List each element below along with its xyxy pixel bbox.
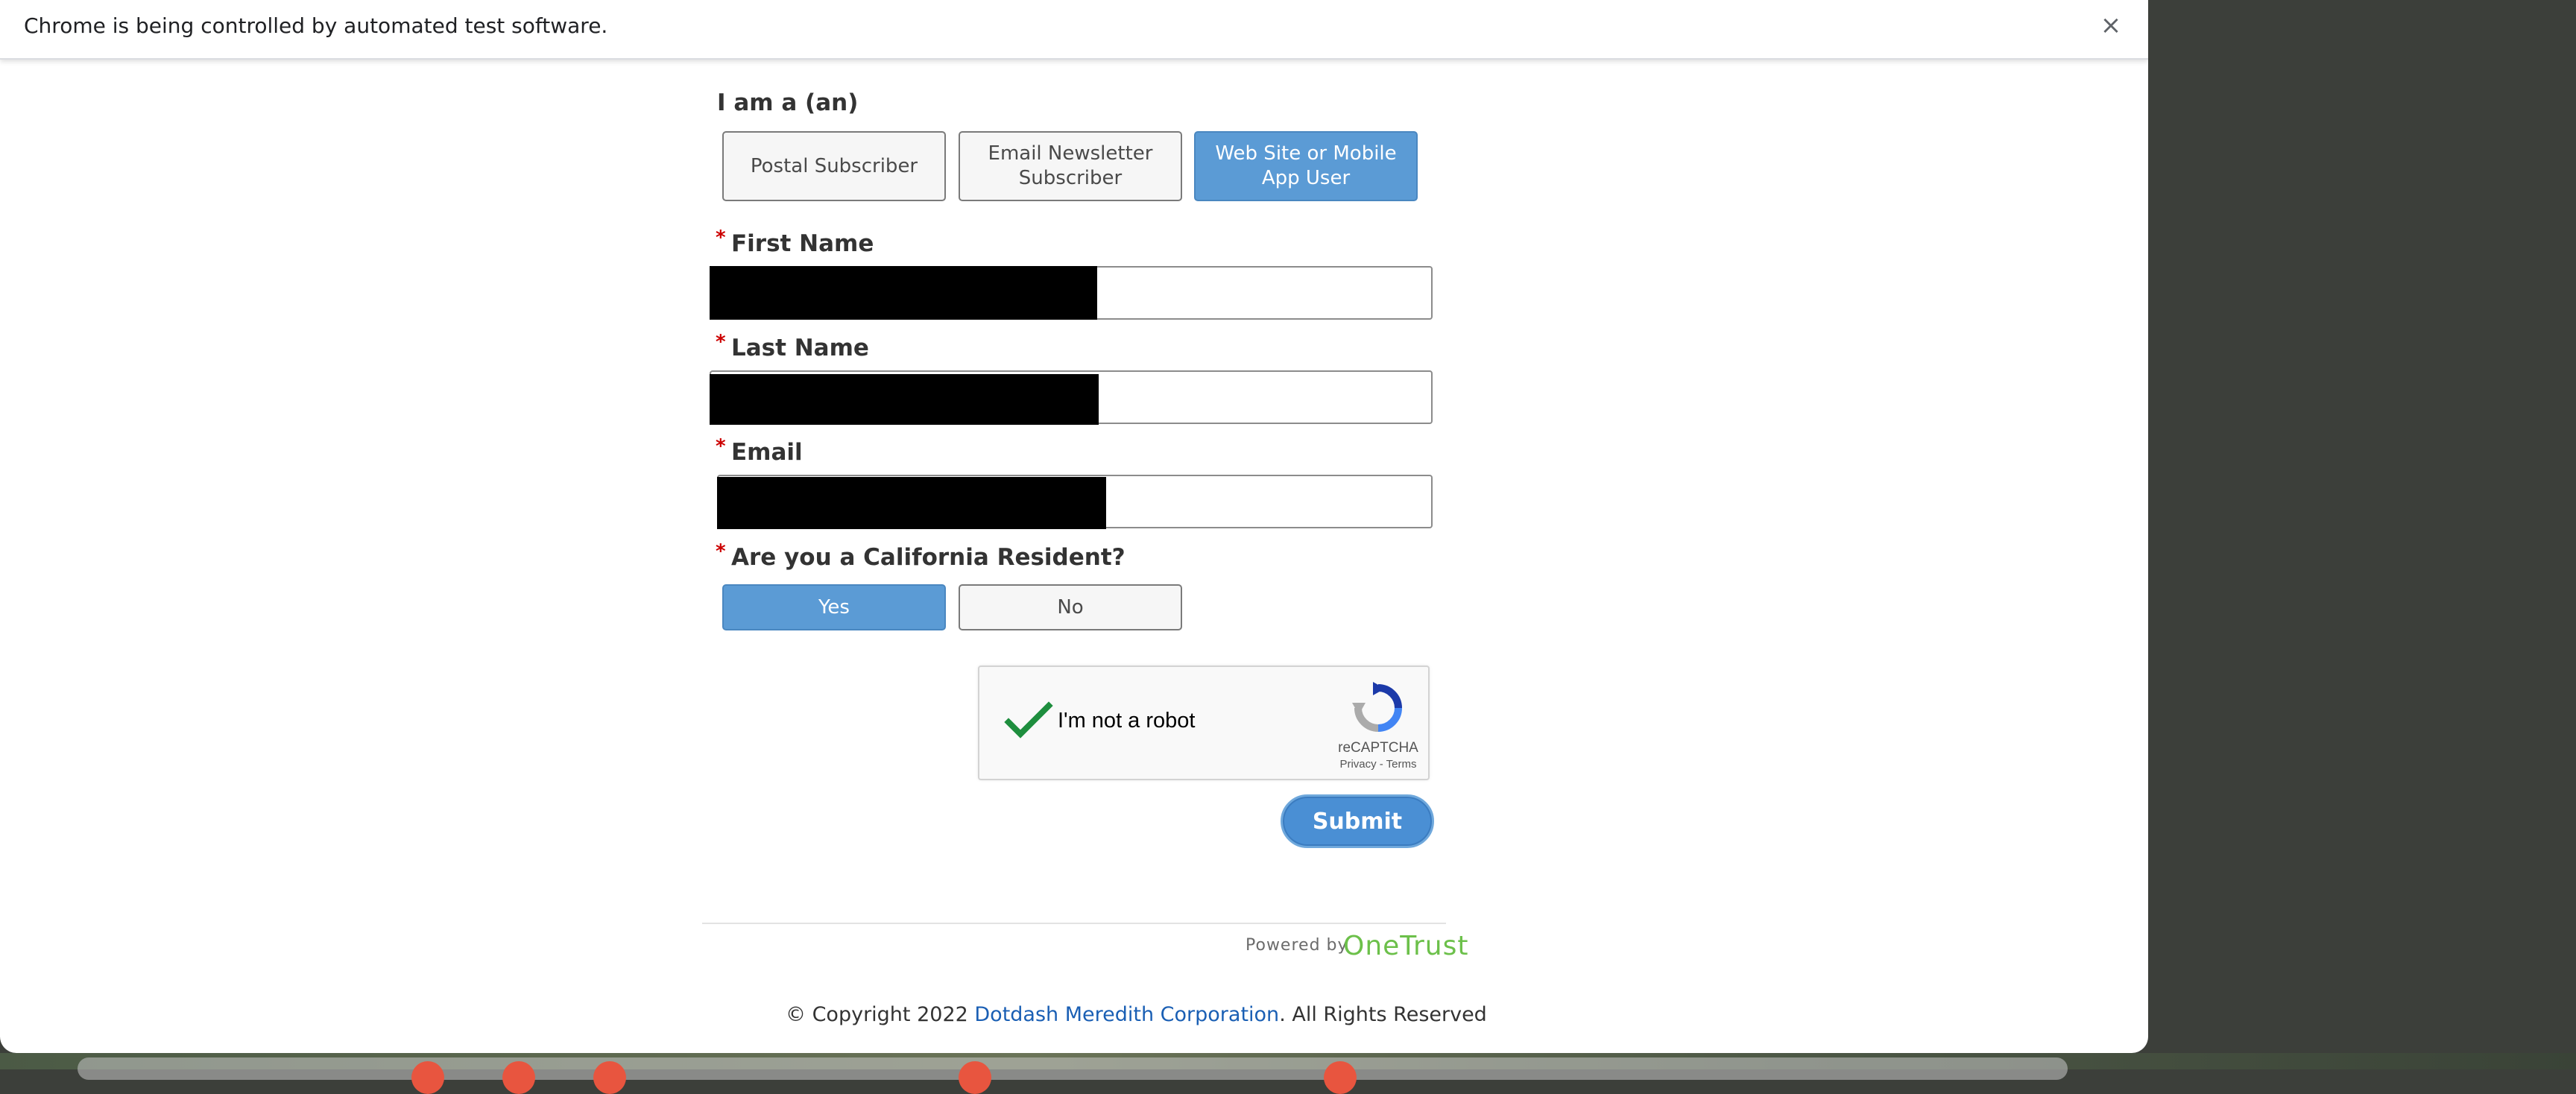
recaptcha-brand: reCAPTCHA bbox=[1338, 740, 1418, 756]
recaptcha-logo-icon bbox=[1352, 682, 1402, 732]
redacted-value bbox=[717, 477, 1106, 529]
divider bbox=[702, 923, 1446, 924]
recaptcha-privacy-terms[interactable]: Privacy - Terms bbox=[1322, 758, 1434, 771]
subscriber-type-label: I am a (an) bbox=[717, 89, 859, 116]
required-marker: * bbox=[716, 540, 726, 563]
first-name-label: First Name bbox=[731, 230, 874, 257]
required-marker: * bbox=[716, 227, 726, 249]
copyright-suffix: . All Rights Reserved bbox=[1279, 1003, 1487, 1026]
dock-app-icon[interactable] bbox=[411, 1061, 444, 1094]
california-yes-button[interactable]: Yes bbox=[722, 584, 946, 630]
option-email-newsletter-subscriber[interactable]: Email Newsletter Subscriber bbox=[959, 131, 1182, 201]
company-link[interactable]: Dotdash Meredith Corporation bbox=[974, 1003, 1279, 1026]
option-postal-subscriber[interactable]: Postal Subscriber bbox=[722, 131, 946, 201]
california-resident-label: Are you a California Resident? bbox=[731, 544, 1126, 571]
browser-window: Chrome is being controlled by automated … bbox=[0, 0, 2148, 1053]
copyright: © Copyright 2022 Dotdash Meredith Corpor… bbox=[786, 1003, 1487, 1026]
dock-app-icon[interactable] bbox=[959, 1061, 991, 1094]
powered-by-text: Powered by bbox=[1246, 936, 1348, 955]
automation-infobar: Chrome is being controlled by automated … bbox=[0, 0, 2148, 60]
last-name-label: Last Name bbox=[731, 335, 869, 361]
infobar-message: Chrome is being controlled by automated … bbox=[24, 13, 608, 38]
california-no-button[interactable]: No bbox=[959, 584, 1182, 630]
onetrust-logo: OneTrust bbox=[1343, 931, 1469, 961]
recaptcha-label: I'm not a robot bbox=[1058, 709, 1196, 733]
dock-app-icon[interactable] bbox=[1324, 1061, 1357, 1094]
redacted-value bbox=[710, 266, 1097, 320]
option-website-mobile-app-user[interactable]: Web Site or Mobile App User bbox=[1194, 131, 1418, 201]
recaptcha-widget: I'm not a robot reCAPTCHA Privacy - Term… bbox=[978, 665, 1430, 780]
required-marker: * bbox=[716, 435, 726, 458]
copyright-prefix: © Copyright 2022 bbox=[786, 1003, 975, 1026]
submit-button[interactable]: Submit bbox=[1281, 794, 1434, 848]
checkmark-icon[interactable] bbox=[1004, 697, 1053, 746]
dock-app-icon[interactable] bbox=[593, 1061, 626, 1094]
email-label: Email bbox=[731, 439, 803, 466]
close-icon[interactable]: × bbox=[2096, 10, 2126, 40]
redacted-value bbox=[710, 374, 1099, 425]
dock bbox=[78, 1057, 2068, 1080]
required-marker: * bbox=[716, 331, 726, 353]
dock-app-icon[interactable] bbox=[502, 1061, 535, 1094]
